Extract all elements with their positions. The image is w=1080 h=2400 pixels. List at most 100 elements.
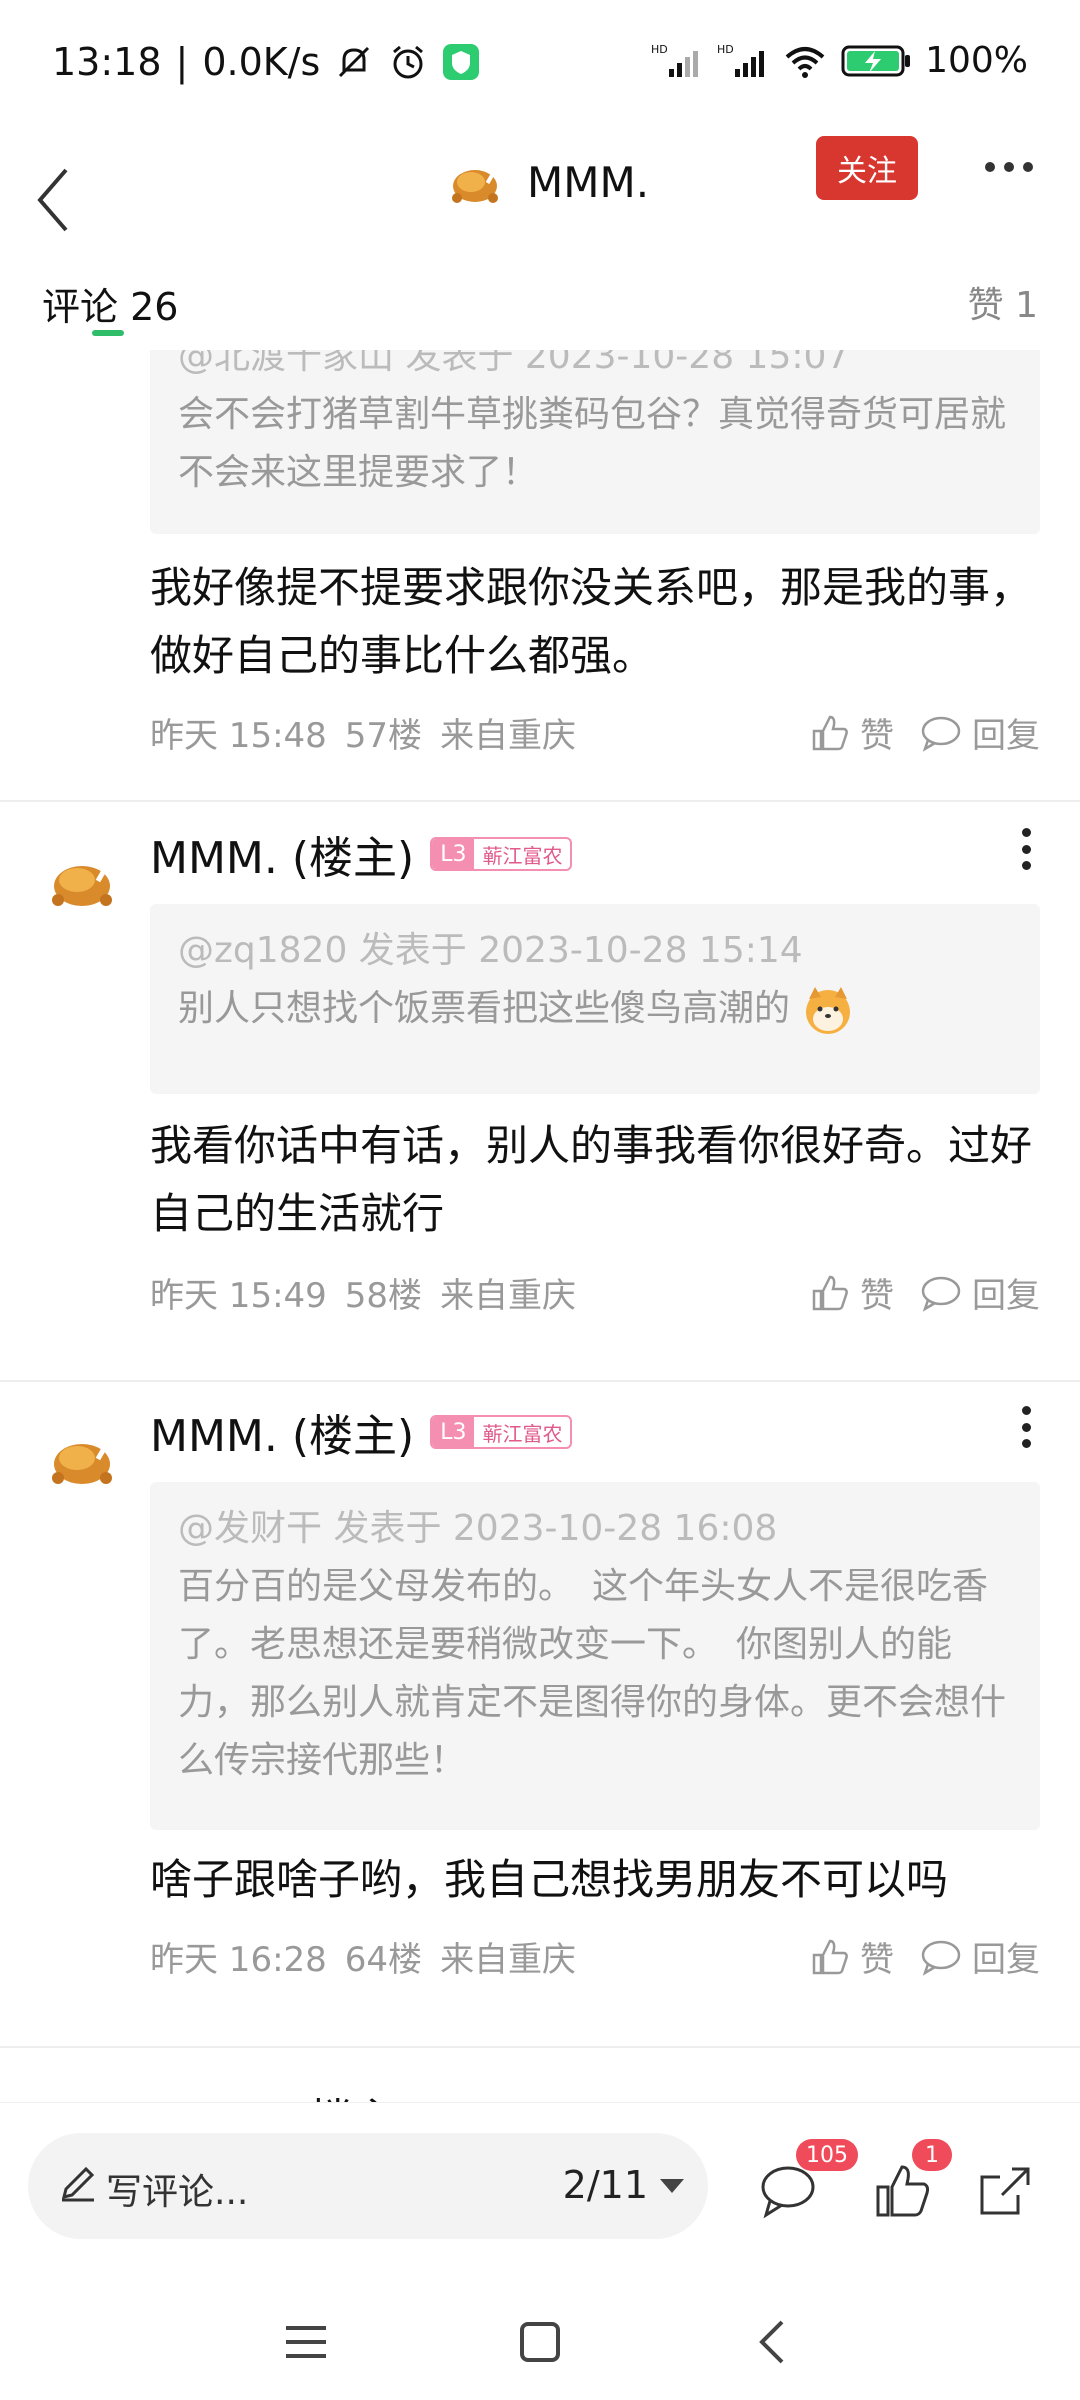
bottom-action-bar: 写评论... 2/11 105 1	[0, 2102, 1080, 2282]
status-left: 13:18 | 0.0K/s	[52, 40, 480, 84]
level-value: L3	[432, 1417, 475, 1447]
comment-author[interactable]: MMM. (楼主) L3 蕲江富农	[150, 1400, 573, 1464]
like-count-badge: 1	[912, 2139, 952, 2171]
status-bar: 13:18 | 0.0K/s HD HD 100%	[0, 0, 1080, 130]
roast-chicken-avatar-icon[interactable]	[44, 1420, 120, 1496]
quote-text-line: 别人只想找个饭票看把这些傻鸟高潮的	[178, 980, 1012, 1038]
back-icon[interactable]	[744, 2312, 804, 2372]
comment-location: 来自重庆	[440, 1276, 577, 1316]
comment-time: 昨天 15:49	[150, 1276, 327, 1316]
quote-text: 会不会打猪草割牛草挑粪码包谷？真觉得奇货可居就不会来这里提要求了！	[178, 394, 1007, 493]
comment-more-icon[interactable]	[1022, 828, 1032, 870]
mute-icon	[334, 42, 374, 82]
like-button[interactable]: 赞	[810, 1268, 894, 1317]
page-title: MMM.	[527, 157, 650, 207]
quoted-comment[interactable]: @北渡千家山 发表于 2023-10-28 15:07 会不会打猪草割牛草挑粪码…	[150, 350, 1040, 534]
roast-chicken-avatar-icon	[452, 169, 498, 203]
comment-placeholder: 写评论...	[106, 2172, 249, 2213]
follow-button[interactable]: 关注	[816, 136, 918, 200]
more-options-icon[interactable]	[985, 152, 1045, 182]
divider	[0, 2046, 1080, 2048]
system-nav-bar	[0, 2282, 1080, 2400]
status-time: 13:18	[52, 40, 162, 84]
comment-text: 啥子跟啥子哟，我自己想找男朋友不可以吗	[150, 1855, 949, 1904]
reply-label: 回复	[972, 1940, 1040, 1980]
status-right: HD HD 100%	[651, 40, 1028, 81]
comment-more-icon[interactable]	[1022, 1406, 1032, 1448]
quoted-comment[interactable]: @zq1820 发表于 2023-10-28 15:14 别人只想找个饭票看把这…	[150, 904, 1040, 1094]
page-indicator[interactable]: 2/11	[563, 2163, 648, 2207]
like-button[interactable]: 赞	[810, 708, 894, 757]
alarm-icon	[388, 42, 428, 82]
svg-text:HD: HD	[651, 43, 668, 56]
like-button[interactable]: 赞	[810, 1932, 894, 1981]
comment-meta: 昨天 16:28 64楼 来自重庆	[150, 1932, 576, 1981]
comment-footer: 昨天 16:28 64楼 来自重庆 赞 回复	[150, 1932, 1040, 1982]
comment-text: 我看你话中有话，别人的事我看你很好奇。过好自己的生活就行	[150, 1121, 1033, 1238]
battery-percent: 100%	[925, 40, 1028, 81]
quoted-comment[interactable]: @发财干 发表于 2023-10-28 16:08 百分百的是父母发布的。 这个…	[150, 1482, 1040, 1830]
comment-floor: 57楼	[344, 716, 423, 756]
battery-charging-icon	[841, 43, 911, 79]
level-value: L3	[432, 839, 475, 869]
quote-text: 百分百的是父母发布的。 这个年头女人不是很吃香了。老思想还是要稍微改变一下。 你…	[178, 1566, 1007, 1781]
comment-list[interactable]: @北渡千家山 发表于 2023-10-28 15:07 会不会打猪草割牛草挑粪码…	[0, 350, 1080, 2102]
home-icon[interactable]	[510, 2312, 570, 2372]
quote-meta: @发财干 发表于 2023-10-28 16:08	[178, 1508, 778, 1549]
tab-likes[interactable]: 赞 1	[968, 276, 1038, 328]
comment-item: MMM. (楼主) L3 蕲江富农 @zq1820 发表于 2023-10-28…	[0, 802, 1080, 1382]
reply-label: 回复	[972, 1276, 1040, 1316]
thumbs-up-icon	[812, 1275, 848, 1310]
hd-signal-icon: HD	[651, 41, 703, 81]
like-label: 赞	[860, 1940, 894, 1980]
roast-chicken-avatar-icon[interactable]	[44, 842, 120, 918]
menu-icon[interactable]	[276, 2312, 336, 2372]
comment-footer: 昨天 15:49 58楼 来自重庆 赞 回复	[150, 1268, 1040, 1318]
caret-down-icon[interactable]	[660, 2179, 684, 2193]
level-badge: L3 蕲江富农	[430, 1415, 573, 1449]
tab-comments[interactable]: 评论 26	[42, 276, 178, 331]
comment-meta: 昨天 15:49 58楼 来自重庆	[150, 1268, 576, 1317]
wifi-icon	[783, 41, 827, 81]
speech-bubble-icon	[921, 1940, 961, 1976]
comment-input[interactable]: 写评论... 2/11	[28, 2133, 708, 2239]
shiba-emoji-icon	[806, 987, 851, 1034]
comment-location: 来自重庆	[440, 1940, 577, 1980]
level-rank: 蕲江富农	[482, 1421, 563, 1446]
speech-bubble-icon	[921, 1276, 961, 1312]
share-icon[interactable]	[972, 2159, 1036, 2223]
hd-signal-icon: HD	[717, 41, 769, 81]
comment-item: MMM. (楼主)	[0, 2072, 1080, 2102]
app-header: MMM. 关注	[0, 130, 1080, 280]
header-title-group[interactable]: MMM.	[445, 152, 649, 212]
pencil-icon	[61, 2166, 95, 2202]
thumbs-up-icon	[812, 715, 848, 750]
comment-author[interactable]: MMM. (楼主)	[150, 2084, 414, 2102]
comment-text: 我好像提不提要求跟你没关系吧，那是我的事，做好自己的事比什么都强。	[150, 563, 1033, 680]
quote-meta: @zq1820 发表于 2023-10-28 15:14	[178, 930, 803, 971]
thumbs-up-icon	[812, 1939, 848, 1974]
quote-text: 别人只想找个饭票看把这些傻鸟高潮的	[178, 988, 791, 1029]
reply-button[interactable]: 回复	[920, 1268, 1040, 1317]
author-name: MMM. (楼主)	[150, 1411, 415, 1462]
like-label: 赞	[860, 1276, 894, 1316]
reply-button[interactable]: 回复	[920, 1932, 1040, 1981]
svg-text:HD: HD	[717, 43, 734, 56]
reply-button[interactable]: 回复	[920, 708, 1040, 757]
status-separator: |	[175, 40, 189, 84]
back-button[interactable]	[26, 160, 86, 240]
like-label: 赞	[860, 716, 894, 756]
comment-floor: 58楼	[344, 1276, 423, 1316]
comment-count-badge: 105	[796, 2139, 858, 2171]
comment-footer: 昨天 15:48 57楼 来自重庆 赞 回复	[150, 708, 1040, 758]
comment-time: 昨天 16:28	[150, 1940, 327, 1980]
reply-label: 回复	[972, 716, 1040, 756]
comment-meta: 昨天 15:48 57楼 来自重庆	[150, 708, 576, 757]
comment-location: 来自重庆	[440, 716, 577, 756]
comment-tabs: 评论 26 赞 1	[0, 270, 1080, 350]
author-name: MMM. (楼主)	[150, 833, 415, 884]
level-rank: 蕲江富农	[482, 843, 563, 868]
comment-actions: 赞 回复	[810, 1932, 1040, 1981]
comment-time: 昨天 15:48	[150, 716, 327, 756]
comment-author[interactable]: MMM. (楼主) L3 蕲江富农	[150, 822, 573, 886]
